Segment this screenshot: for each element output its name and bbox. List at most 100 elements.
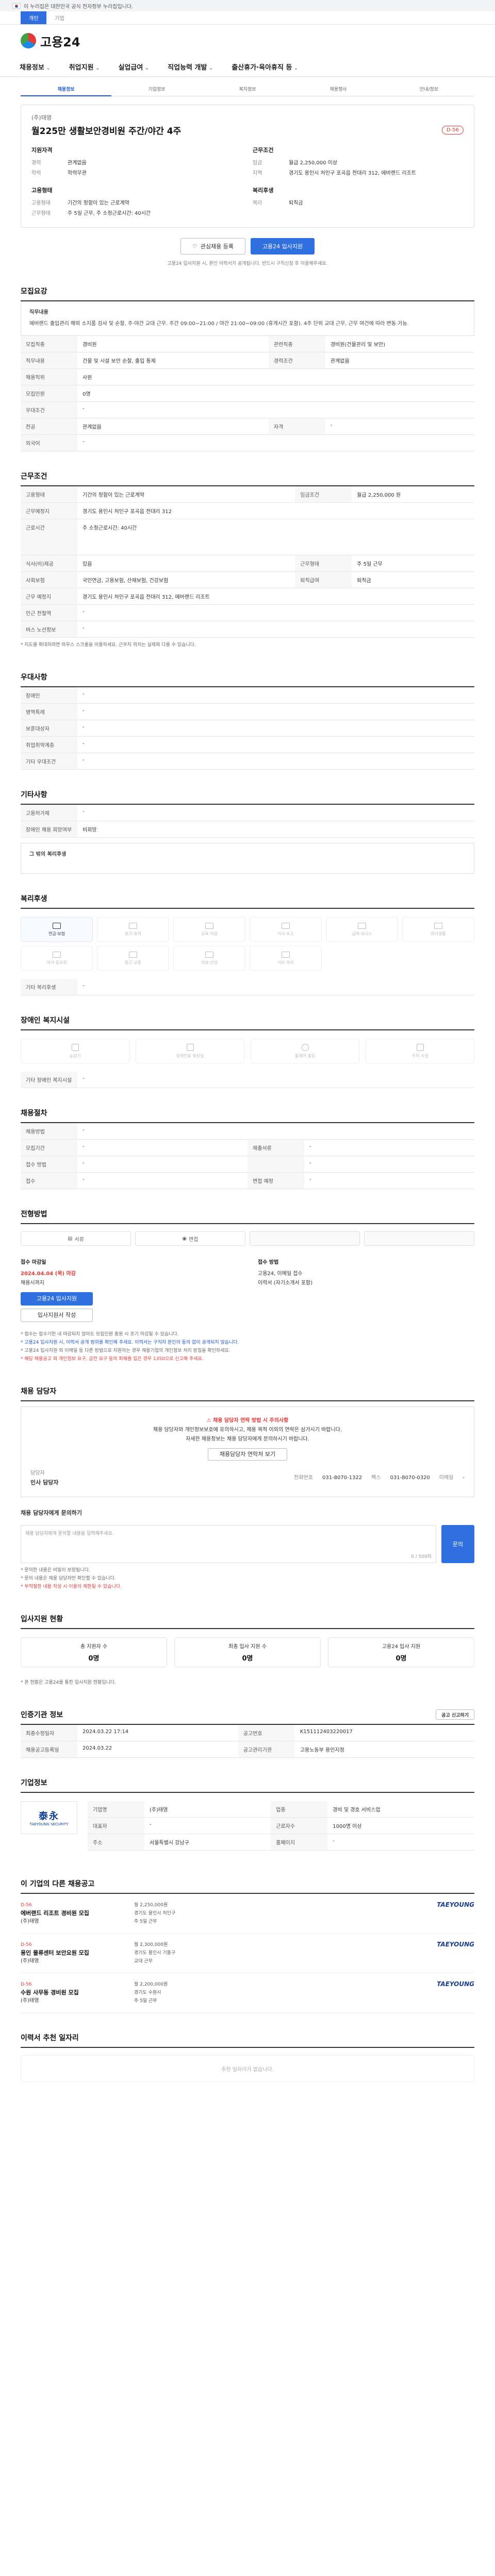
table-label: 퇴직급여 (295, 571, 352, 588)
table-row: 우대조건 - (21, 401, 474, 418)
bonus-icon (358, 922, 366, 929)
sub-tab-jobs[interactable]: 채용정보 (21, 82, 111, 96)
table-value: 2024.03.22 17:14 (77, 1725, 238, 1741)
map-note: * 지도를 확대하려면 마우스 스크롤을 이용하세요. 근무지 위치는 실제와 … (21, 642, 196, 648)
company-logo[interactable]: 泰永 TAEYOUNG SECURITY (21, 1801, 77, 1834)
action-buttons: ♡ 관심채용 등록 고용24 입사지원 (21, 238, 474, 255)
logo-text[interactable]: 고용24 (40, 32, 80, 50)
table-value: 월급 2,250,000 원 (352, 486, 474, 503)
table-row: 장애인 - (21, 687, 474, 704)
inquiry-textarea[interactable]: 채용 담당자에게 문의할 내용을 입력해주세요. 0 / 500자 (21, 1525, 436, 1563)
nav-item-jobs[interactable]: 채용정보 (10, 62, 60, 72)
apply-now-button[interactable]: 고용24 입사지원 (21, 1292, 93, 1306)
sub-tab-info[interactable]: 안내/정보 (384, 82, 474, 96)
benefit-label: 식사·숙소 (277, 931, 294, 936)
tab-personal[interactable]: 개인 (21, 11, 47, 24)
table-label: 면접 예정 (248, 1172, 304, 1189)
nav-item-leave[interactable]: 출산휴가·육아휴직 등 (222, 62, 307, 72)
condition-heading: 근무조건 (253, 147, 274, 154)
benefit-section: 복리후생 연금·보험 휴가·휴직 교육·지원 식사·숙소 급여·보너스 회사생활… (21, 893, 474, 995)
dday-badge: D-56 (21, 1982, 32, 1987)
hiring-section-title: 채용절차 (21, 1108, 474, 1123)
status-section-heading: 입사지원 현황 (21, 1615, 63, 1623)
table-label: 근무예정지 (21, 502, 77, 519)
list-item[interactable]: D-56 수원 사무동 경비원 모집 (주)태영 월 2,200,000원 경기도 수… (21, 1973, 474, 2013)
email-value: - (463, 1475, 465, 1481)
interest-button[interactable]: ♡ 관심채용 등록 (180, 238, 245, 255)
recommend-title: 이력서 추천 일자리 (21, 2032, 474, 2048)
method-value: 고용24, 이메일 접수 (258, 1271, 303, 1277)
write-form-button[interactable]: 입사지원서 작성 (21, 1309, 93, 1322)
facility-label: 승강기 (69, 1053, 81, 1058)
job-title[interactable]: 에버랜드 리조트 경비원 모집 (21, 1909, 134, 1918)
stat-label: 최종 입사 지원 수 (228, 1644, 267, 1650)
table-label: 경력조건 (268, 352, 325, 369)
document-icon: ▤ (68, 1235, 73, 1242)
summary-label: 학력 (31, 171, 41, 176)
sub-tab-events[interactable]: 채용행사 (293, 82, 384, 96)
reg-section-title: 인증기관 정보 공고 신고하기 (21, 1709, 474, 1725)
report-button[interactable]: 공고 신고하기 (436, 1709, 474, 1720)
manager-desc-1: 채용 담당자와 개인정보보호에 유의하시고, 채용 목적 이외의 연락은 삼가시… (153, 1427, 342, 1433)
sub-tab-company[interactable]: 기업정보 (111, 82, 202, 96)
list-item[interactable]: D-56 용인 물류센터 보안요원 모집 (주)태영 월 2,300,000원 경기도… (21, 1934, 474, 1973)
table-row: 모집기간 - 제출서류 - (21, 1139, 474, 1156)
sub-tabs: 채용정보 기업정보 복지정보 채용행사 안내/정보 (0, 77, 495, 96)
summary-label: 근무형태 (31, 211, 51, 216)
show-contact-button[interactable]: 채용담당자 연락처 보기 (207, 1448, 288, 1461)
disability-section-heading: 장애인 복지시설 (21, 1016, 70, 1025)
tab-company[interactable]: 기업 (46, 11, 72, 24)
etc-icon (282, 951, 290, 958)
job-place: 경기도 수원시 (134, 1990, 161, 1995)
job-title[interactable]: 용인 물류센터 보안요원 모집 (21, 1949, 134, 1957)
note-item: * 고용24 입사지원 외 이메일 등 다른 방법으로 지원하는 경우 채용기업… (21, 1348, 230, 1353)
dday-badge: D-56 (21, 1942, 32, 1947)
recommend-heading: 이력서 추천 일자리 (21, 2034, 79, 2042)
nav-item-benefit[interactable]: 실업급여 (109, 62, 158, 72)
table-value: - (77, 401, 474, 418)
company-name[interactable]: (주)태영 (31, 113, 464, 122)
status-section-title: 입사지원 현황 (21, 1614, 474, 1629)
table-value: - (77, 753, 474, 770)
table-row: 식사(비)제공 있음 근무형태 주 5일 근무 (21, 555, 474, 572)
company-section-heading: 기업정보 (21, 1779, 47, 1787)
audience-tabs: 개인 기업 (0, 11, 495, 25)
table-value: - (77, 1123, 474, 1140)
nav-item-training[interactable]: 직업능력 개발 (158, 62, 222, 72)
benefit-item: 급여·보너스 (326, 917, 398, 942)
benefit-label: 통근·교통 (125, 960, 141, 965)
status-section: 입사지원 현황 총 지원자 수 0명 최종 입사 지원 수 0명 고용24 입사 지… (21, 1614, 474, 1690)
inquiry-submit-button[interactable]: 문의 (441, 1525, 474, 1563)
table-row: 기타 우대조건 - (21, 753, 474, 770)
facility-item: 장애인용 화장실 (136, 1039, 244, 1063)
table-label: 제출서류 (248, 1139, 304, 1156)
reg-section: 인증기관 정보 공고 신고하기 최종수정일자 2024.03.22 17:14 공고… (21, 1709, 474, 1758)
table-row: 모집인원 0명 (21, 385, 474, 402)
leisure-icon (53, 951, 61, 958)
logo-icon[interactable] (21, 33, 36, 48)
other-jobs-heading: 이 기업의 다른 채용공고 (21, 1880, 95, 1888)
table-row: 채용공고등록일 2024.03.22 공고관리기관 고용노동부 용인지청 (21, 1741, 474, 1758)
facility-label: 휠체어 출입 (294, 1053, 316, 1058)
job-pay: 월 2,250,000원 (134, 1903, 168, 1908)
support-section-heading: 우대사항 (21, 673, 47, 682)
manager-section-heading: 채용 담당자 (21, 1387, 57, 1396)
interview-icon: ◉ (182, 1235, 187, 1242)
inquiry-notes: * 문의한 내용은 비밀이 보장됩니다. * 문의 내용은 채용 담당자만 확인… (21, 1563, 474, 1594)
apply-button[interactable]: 고용24 입사지원 (250, 238, 315, 255)
medical-icon (205, 951, 213, 958)
table-label: 보훈대상자 (21, 720, 77, 737)
job-title: 월225만 생활보안경비원 주간/야간 4주 (31, 126, 182, 137)
apply-info: 접수 마감일 2024.04.04 (목) 마감 채용시까지 고용24 입사지원… (21, 1253, 474, 1327)
list-item[interactable]: D-56 에버랜드 리조트 경비원 모집 (주)태영 월 2,250,000원 경기도… (21, 1894, 474, 1934)
nav-item-employment[interactable]: 취업지원 (60, 62, 109, 72)
deadline-column: 접수 마감일 2024.04.04 (목) 마감 채용시까지 고용24 입사지원… (21, 1258, 237, 1322)
sub-tab-welfare[interactable]: 복지정보 (202, 82, 293, 96)
screening-steps: ▤ 서류 ◉ 면접 (21, 1224, 474, 1253)
job-title[interactable]: 수원 사무동 경비원 모집 (21, 1989, 134, 1997)
table-value: - (304, 1156, 474, 1173)
benefit-extra-table: 기타 복리후생 - (21, 979, 474, 995)
table-value: 경비원(건물관리 및 보안) (325, 336, 474, 352)
step-interview: ◉ 면접 (135, 1231, 245, 1246)
table-value: - (77, 1139, 248, 1156)
